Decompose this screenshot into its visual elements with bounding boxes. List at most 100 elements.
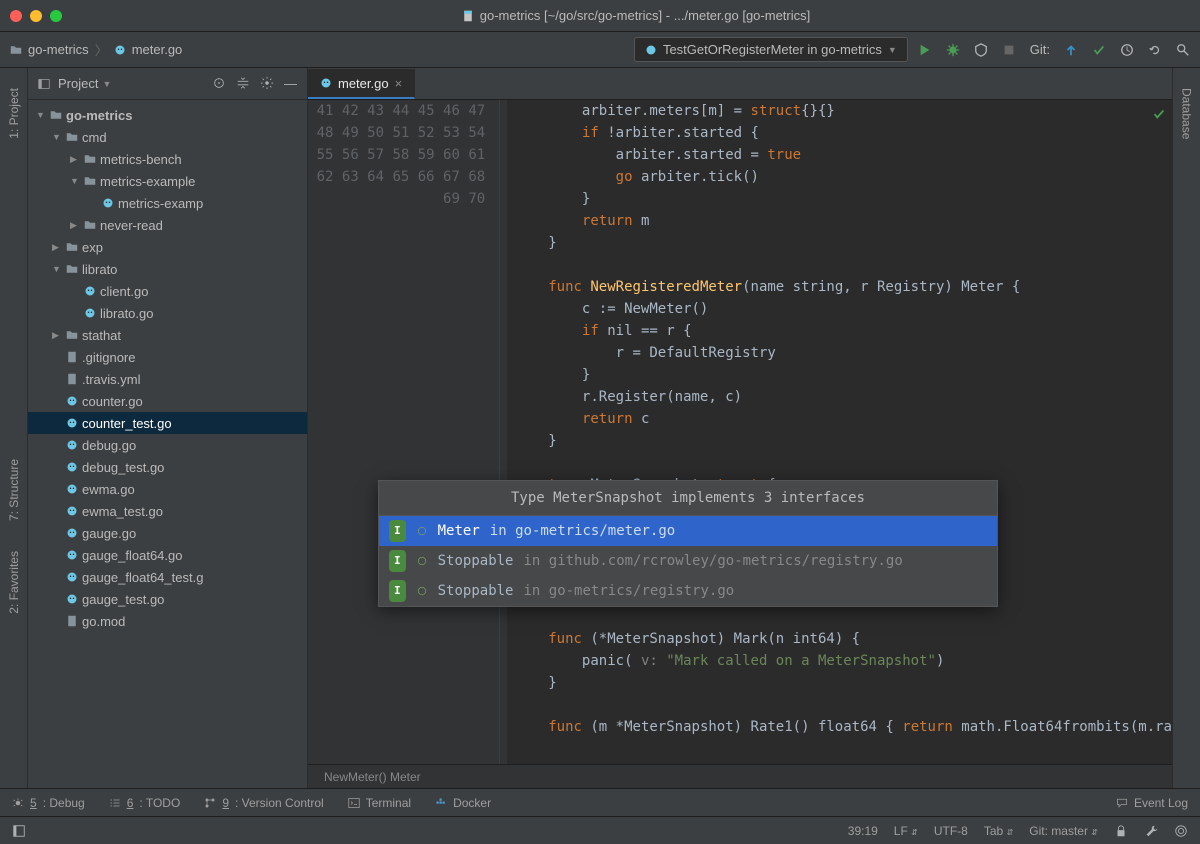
interface-badge-icon: I bbox=[389, 550, 406, 572]
chevron-down-icon: ▼ bbox=[888, 45, 897, 55]
editor-breadcrumb[interactable]: NewMeter() Meter bbox=[308, 764, 1172, 788]
todo-tool-tab[interactable]: 6: TODO bbox=[109, 796, 181, 810]
tree-item[interactable]: ▶exp bbox=[28, 236, 307, 258]
tree-item[interactable]: ▼cmd bbox=[28, 126, 307, 148]
database-tool-tab[interactable]: Database bbox=[1180, 88, 1194, 139]
memory-icon[interactable] bbox=[1174, 824, 1188, 838]
go-icon bbox=[84, 307, 96, 319]
editor-body[interactable]: 41 42 43 44 45 46 47 48 49 50 51 52 53 5… bbox=[308, 100, 1172, 764]
wrench-icon[interactable] bbox=[1144, 824, 1158, 838]
panel-title[interactable]: Project▼ bbox=[58, 76, 111, 91]
project-tool-tab[interactable]: 1: Project bbox=[7, 88, 21, 139]
interface-badge-icon: I bbox=[389, 580, 406, 602]
tree-item[interactable]: go.mod bbox=[28, 610, 307, 632]
test-icon bbox=[645, 44, 657, 56]
tree-item[interactable]: gauge_float64.go bbox=[28, 544, 307, 566]
tree-item-label: client.go bbox=[100, 284, 148, 299]
tree-item[interactable]: .travis.yml bbox=[28, 368, 307, 390]
go-icon bbox=[66, 417, 78, 429]
tree-item[interactable]: ewma.go bbox=[28, 478, 307, 500]
tree-item[interactable]: ▼go-metrics bbox=[28, 104, 307, 126]
close-icon[interactable]: × bbox=[395, 76, 403, 91]
line-separator[interactable]: LF ⇵ bbox=[894, 824, 918, 838]
breadcrumb-project[interactable]: go-metrics bbox=[28, 42, 89, 57]
popup-title: Type MeterSnapshot implements 3 interfac… bbox=[379, 481, 997, 516]
breadcrumb-file[interactable]: meter.go bbox=[132, 42, 183, 57]
favorites-tool-tab[interactable]: 2: Favorites bbox=[7, 551, 21, 614]
hide-panel-icon[interactable]: — bbox=[284, 76, 297, 91]
collapse-all-icon[interactable] bbox=[236, 76, 250, 91]
tree-item[interactable]: counter_test.go bbox=[28, 412, 307, 434]
go-icon bbox=[66, 593, 78, 605]
tree-item[interactable]: debug_test.go bbox=[28, 456, 307, 478]
tree-item[interactable]: ▼metrics-example bbox=[28, 170, 307, 192]
list-icon bbox=[109, 797, 121, 809]
project-panel: Project▼ — ▼go-metrics▼cmd▶metrics-bench… bbox=[28, 68, 308, 788]
docker-tool-tab[interactable]: Docker bbox=[435, 796, 491, 810]
tree-item-label: librato bbox=[82, 262, 117, 277]
search-button[interactable] bbox=[1176, 43, 1190, 57]
go-icon bbox=[84, 285, 96, 297]
tree-item[interactable]: counter.go bbox=[28, 390, 307, 412]
stop-button[interactable] bbox=[1002, 43, 1016, 57]
tree-item[interactable]: gauge.go bbox=[28, 522, 307, 544]
tree-item[interactable]: client.go bbox=[28, 280, 307, 302]
git-history-button[interactable] bbox=[1120, 43, 1134, 57]
tree-item[interactable]: debug.go bbox=[28, 434, 307, 456]
run-config-dropdown[interactable]: TestGetOrRegisterMeter in go-metrics ▼ bbox=[634, 37, 908, 62]
structure-tool-tab[interactable]: 7: Structure bbox=[7, 459, 21, 521]
vcs-tool-tab[interactable]: 9: Version Control bbox=[204, 796, 323, 810]
coverage-button[interactable] bbox=[974, 43, 988, 57]
scroll-from-source-icon[interactable] bbox=[212, 76, 226, 91]
folder-icon bbox=[66, 131, 78, 143]
left-tool-strip: 1: Project 7: Structure 2: Favorites bbox=[0, 68, 28, 788]
tree-item[interactable]: librato.go bbox=[28, 302, 307, 324]
popup-item-location: in github.com/rcrowley/go-metrics/regist… bbox=[523, 550, 902, 572]
minimize-window-button[interactable] bbox=[30, 10, 42, 22]
popup-item[interactable]: IStoppable in github.com/rcrowley/go-met… bbox=[379, 546, 997, 576]
toolwindows-toggle-icon[interactable] bbox=[12, 824, 26, 838]
go-icon bbox=[66, 527, 78, 539]
tree-item[interactable]: .gitignore bbox=[28, 346, 307, 368]
git-update-button[interactable] bbox=[1064, 43, 1078, 57]
git-commit-button[interactable] bbox=[1092, 43, 1106, 57]
terminal-tool-tab[interactable]: Terminal bbox=[348, 796, 411, 810]
line-number-gutter[interactable]: 41 42 43 44 45 46 47 48 49 50 51 52 53 5… bbox=[308, 100, 500, 764]
settings-icon[interactable] bbox=[260, 76, 274, 91]
window-controls bbox=[10, 10, 62, 22]
debug-button[interactable] bbox=[946, 43, 960, 57]
git-branch[interactable]: Git: master ⇵ bbox=[1029, 824, 1098, 838]
lock-icon[interactable] bbox=[1114, 824, 1128, 838]
go-icon bbox=[114, 44, 126, 56]
code-content[interactable]: arbiter.meters[m] = struct{}{} if !arbit… bbox=[507, 100, 1173, 764]
speech-icon bbox=[1116, 797, 1128, 809]
tree-item[interactable]: ▶metrics-bench bbox=[28, 148, 307, 170]
debug-tool-tab[interactable]: 55: Debug: Debug bbox=[12, 796, 85, 810]
tree-item[interactable]: gauge_test.go bbox=[28, 588, 307, 610]
tree-arrow-icon: ▼ bbox=[70, 176, 80, 186]
tree-item[interactable]: ewma_test.go bbox=[28, 500, 307, 522]
tab-meter-go[interactable]: meter.go × bbox=[308, 69, 415, 99]
popup-item[interactable]: IStoppable in go-metrics/registry.go bbox=[379, 576, 997, 606]
caret-position[interactable]: 39:19 bbox=[848, 824, 878, 838]
git-revert-button[interactable] bbox=[1148, 43, 1162, 57]
tree-item-label: cmd bbox=[82, 130, 107, 145]
event-log-tab[interactable]: Event Log bbox=[1116, 796, 1188, 810]
tree-item-label: counter.go bbox=[82, 394, 143, 409]
encoding[interactable]: UTF-8 bbox=[934, 824, 968, 838]
go-icon bbox=[66, 395, 78, 407]
zoom-window-button[interactable] bbox=[50, 10, 62, 22]
git-label: Git: bbox=[1030, 42, 1050, 57]
tree-item[interactable]: ▶stathat bbox=[28, 324, 307, 346]
tree-item[interactable]: ▼librato bbox=[28, 258, 307, 280]
implements-popup: Type MeterSnapshot implements 3 interfac… bbox=[378, 480, 998, 607]
tree-item[interactable]: gauge_float64_test.g bbox=[28, 566, 307, 588]
folder-icon bbox=[66, 241, 78, 253]
project-tree[interactable]: ▼go-metrics▼cmd▶metrics-bench▼metrics-ex… bbox=[28, 100, 307, 788]
indent-setting[interactable]: Tab ⇵ bbox=[984, 824, 1013, 838]
run-button[interactable] bbox=[918, 43, 932, 57]
tree-item[interactable]: metrics-examp bbox=[28, 192, 307, 214]
tree-item[interactable]: ▶never-read bbox=[28, 214, 307, 236]
popup-item[interactable]: IMeter in go-metrics/meter.go bbox=[379, 516, 997, 546]
close-window-button[interactable] bbox=[10, 10, 22, 22]
